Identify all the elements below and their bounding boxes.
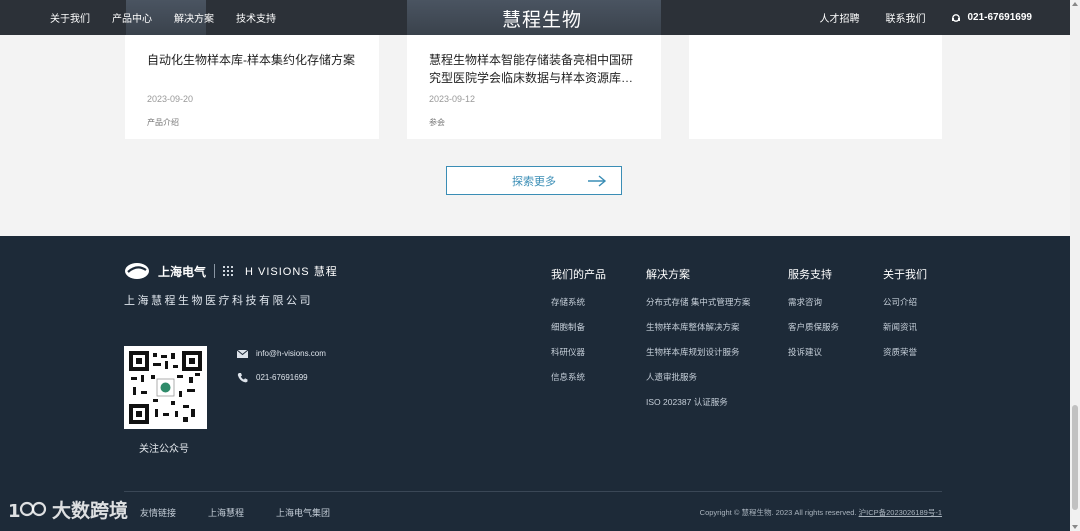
watermark-text: 大数跨境 (52, 501, 129, 522)
logo-divider (214, 264, 216, 278)
nav-left-menu: 关于我们 产品中心 解决方案 技术支持 (50, 0, 276, 35)
news-card-title[interactable]: 自动化生物样本库-样本集约化存储方案 (147, 51, 357, 69)
footer-divider (124, 491, 942, 492)
nav-contact[interactable]: 联系我们 (885, 10, 925, 25)
nav-support[interactable]: 技术支持 (236, 10, 276, 25)
footer-col-products: 我们的产品 存储系统 细胞制备 科研仪器 信息系统 (551, 266, 606, 396)
friend-links-label: 友情链接 (140, 508, 177, 518)
icp-link[interactable]: 沪ICP备2023026189号-1 (859, 508, 942, 517)
footer-logo-left-text: 上海电气 (158, 264, 207, 279)
nav-about[interactable]: 关于我们 (50, 10, 90, 25)
footer-link[interactable]: 分布式存储 集中式管理方案 (646, 296, 750, 308)
scroll-up-icon[interactable] (1072, 2, 1078, 6)
news-card-tag: 参会 (429, 118, 445, 127)
headset-icon (952, 13, 961, 22)
scrollbar-thumb[interactable] (1072, 405, 1078, 510)
site-footer: 上海电气 H VISIONS 慧程 上海慧程生物医疗科技有限公司 关注公众号 i… (0, 236, 1080, 531)
footer-link[interactable]: 生物样本库规划设计服务 (646, 346, 750, 358)
footer-link[interactable]: 科研仪器 (551, 346, 606, 358)
friend-links: 友情链接 上海慧程 上海电气集团 (140, 506, 330, 519)
nav-phone-number: 021-67691699 (967, 12, 1032, 23)
footer-link[interactable]: 信息系统 (551, 371, 606, 383)
contact-phone[interactable]: 021-67691699 (237, 372, 308, 383)
footer-link[interactable]: 客户质保服务 (788, 321, 839, 333)
footer-link[interactable]: 人遗审批服务 (646, 371, 750, 383)
contact-email[interactable]: info@h-visions.com (237, 349, 326, 358)
news-card-empty (689, 35, 942, 139)
nav-right-menu: 人才招聘 联系我们 021-67691699 (819, 0, 1032, 35)
nav-products[interactable]: 产品中心 (112, 10, 152, 25)
news-card-date: 2023-09-12 (429, 94, 476, 104)
footer-col-title: 解决方案 (646, 269, 690, 281)
footer-link[interactable]: 需求咨询 (788, 296, 839, 308)
news-card[interactable]: 自动化生物样本库-样本集约化存储方案 2023-09-20 产品介绍 (125, 35, 379, 139)
footer-col-solutions: 解决方案 分布式存储 集中式管理方案 生物样本库整体解决方案 生物样本库规划设计… (646, 266, 750, 421)
footer-logo[interactable]: 上海电气 H VISIONS 慧程 (124, 262, 338, 280)
footer-logo-right-text: H VISIONS 慧程 (245, 266, 338, 278)
shanghai-electric-logo-icon (125, 263, 149, 279)
arrow-right-icon (588, 175, 607, 187)
footer-link[interactable]: 公司介绍 (883, 296, 927, 308)
watermark: 1 大数跨境 (8, 496, 128, 523)
nav-solutions[interactable]: 解决方案 (174, 10, 214, 25)
top-nav: 关于我们 产品中心 解决方案 技术支持 慧程生物 人才招聘 联系我们 021-6… (0, 0, 1080, 35)
explore-more-button[interactable]: 探索更多 (446, 166, 622, 195)
news-card-date: 2023-09-20 (147, 94, 194, 104)
footer-link[interactable]: 投诉建议 (788, 346, 839, 358)
footer-link[interactable]: 生物样本库整体解决方案 (646, 321, 750, 333)
brand-logo[interactable]: 慧程生物 (502, 5, 582, 32)
page-scrollbar[interactable] (1070, 0, 1080, 531)
friend-link-huicheng[interactable]: 上海慧程 (208, 506, 244, 519)
footer-link[interactable]: 新闻资讯 (883, 321, 927, 333)
news-card[interactable]: 慧程生物样本智能存储装备亮相中国研究型医院学会临床数据与样本资源库… 2023-… (407, 35, 661, 139)
footer-col-about: 关于我们 公司介绍 新闻资讯 资质荣誉 (883, 266, 927, 371)
contact-email-text: info@h-visions.com (256, 349, 326, 358)
news-card-title[interactable]: 慧程生物样本智能存储装备亮相中国研究型医院学会临床数据与样本资源库… (429, 51, 639, 87)
footer-col-title: 服务支持 (788, 269, 832, 281)
footer-col-title: 关于我们 (883, 269, 927, 281)
news-card-tag: 产品介绍 (147, 118, 179, 127)
scroll-down-icon[interactable] (1072, 525, 1078, 529)
wechat-qr-code (124, 346, 207, 429)
explore-more-label: 探索更多 (512, 175, 556, 188)
footer-col-support: 服务支持 需求咨询 客户质保服务 投诉建议 (788, 266, 839, 371)
footer-link[interactable]: 资质荣誉 (883, 346, 927, 358)
footer-link[interactable]: 细胞制备 (551, 321, 606, 333)
copyright: Copyright © 慧程生物. 2023 All rights reserv… (700, 507, 942, 518)
footer-col-title: 我们的产品 (551, 269, 606, 281)
watermark-logo-icon: 1 (8, 501, 47, 522)
h-visions-mark-icon (223, 266, 234, 276)
phone-icon (237, 373, 248, 383)
footer-link[interactable]: ISO 202387 认证服务 (646, 396, 750, 408)
qr-code-label: 关注公众号 (139, 444, 189, 455)
svg-text:1: 1 (8, 501, 21, 522)
contact-phone-text: 021-67691699 (256, 373, 308, 382)
company-name: 上海慧程生物医疗科技有限公司 (124, 295, 313, 307)
copyright-text: Copyright © 慧程生物. 2023 All rights reserv… (699, 508, 857, 517)
nav-phone[interactable]: 021-67691699 (951, 12, 1032, 23)
nav-careers[interactable]: 人才招聘 (819, 10, 859, 25)
footer-link[interactable]: 存储系统 (551, 296, 606, 308)
friend-link-electric-group[interactable]: 上海电气集团 (276, 506, 330, 519)
qr-code-icon (129, 351, 202, 424)
email-icon (237, 349, 248, 358)
